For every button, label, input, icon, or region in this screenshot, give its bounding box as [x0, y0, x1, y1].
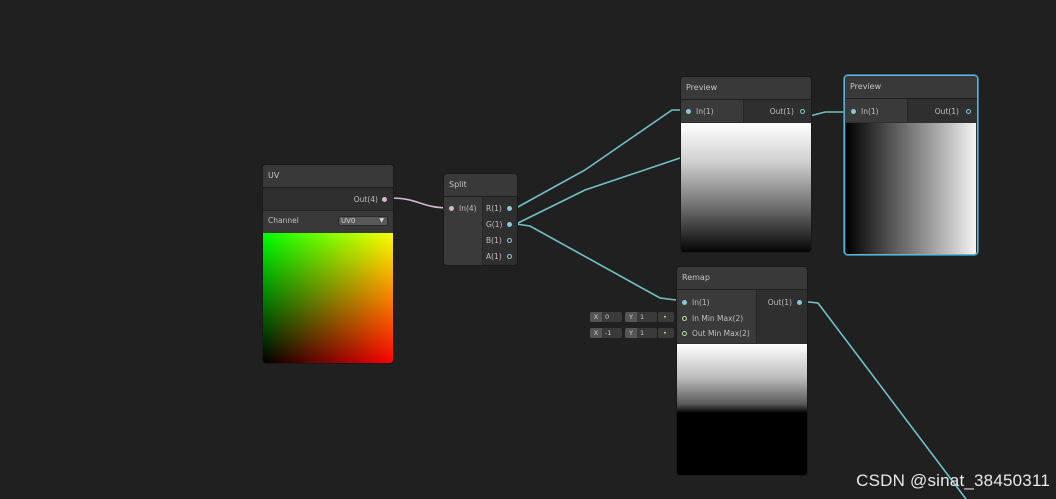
- preview2-title: Preview: [845, 76, 977, 99]
- preview2-out-port[interactable]: [966, 109, 971, 114]
- remap-in-min-field[interactable]: X0: [590, 312, 622, 322]
- preview2-in-label: In(1): [861, 107, 879, 116]
- uv-channel-dropdown[interactable]: UV0 ▼: [338, 216, 388, 226]
- preview2-out-label: Out(1): [934, 107, 959, 116]
- uv-preview-image: [263, 233, 393, 363]
- remap-in-minmax-connector: •: [658, 312, 674, 322]
- remap-in-minmax-label: In Min Max(2): [692, 314, 744, 323]
- uv-out-label: Out(4): [353, 195, 378, 204]
- remap-preview-image: [677, 344, 807, 475]
- wire-split-r-to-preview1: [515, 109, 690, 209]
- uv-out-port[interactable]: [382, 197, 387, 202]
- wire-uv-to-split: [389, 197, 451, 209]
- split-out-r-label: R(1): [486, 204, 502, 213]
- split-out-b-label: B(1): [486, 236, 502, 245]
- remap-in-label: In(1): [692, 298, 710, 307]
- uv-channel-label: Channel: [268, 216, 299, 225]
- remap-out-min-field[interactable]: X -1: [590, 328, 622, 338]
- split-node-title: Split: [444, 174, 517, 197]
- remap-node[interactable]: Remap In(1) In Min Max(2) Out Min Max(2)…: [676, 266, 808, 476]
- preview2-image: [846, 123, 976, 254]
- remap-out-max-field[interactable]: Y1: [625, 328, 657, 338]
- uv-channel-value: UV0: [341, 217, 356, 225]
- preview1-title: Preview: [681, 77, 811, 100]
- split-in-port[interactable]: [449, 206, 454, 211]
- preview-node-1[interactable]: Preview In(1) Out(1): [680, 76, 812, 253]
- preview1-out-port[interactable]: [800, 109, 805, 114]
- preview1-in-label: In(1): [696, 107, 714, 116]
- preview-node-2[interactable]: Preview In(1) Out(1): [844, 75, 978, 255]
- preview1-out-label: Out(1): [769, 107, 794, 116]
- preview1-image: [681, 123, 811, 252]
- split-in-label: In(4): [459, 204, 477, 213]
- split-out-g-label: G(1): [486, 220, 503, 229]
- split-out-a-label: A(1): [486, 252, 502, 261]
- remap-in-port[interactable]: [682, 300, 687, 305]
- split-out-b-port[interactable]: [507, 238, 512, 243]
- remap-out-port[interactable]: [797, 300, 802, 305]
- remap-out-minmax-connector: •: [658, 328, 674, 338]
- chevron-down-icon: ▼: [379, 217, 384, 224]
- remap-out-minmax-label: Out Min Max(2): [692, 329, 750, 338]
- split-out-a-port[interactable]: [507, 254, 512, 259]
- remap-in-max-field[interactable]: Y1: [625, 312, 657, 322]
- remap-in-minmax-port[interactable]: [682, 316, 687, 321]
- uv-node[interactable]: UV Out(4) Channel UV0 ▼: [262, 164, 394, 364]
- preview1-in-port[interactable]: [686, 109, 691, 114]
- remap-out-minmax-port[interactable]: [682, 331, 687, 336]
- wire-remap-out: [798, 300, 967, 499]
- wire-split-g-to-remap: [515, 223, 685, 302]
- preview2-in-port[interactable]: [851, 109, 856, 114]
- wire-split-g-to-preview1: [515, 157, 681, 225]
- split-node[interactable]: Split In(4) R(1) G(1) B(1) A(1): [443, 173, 518, 266]
- watermark: CSDN @sinat_38450311: [856, 471, 1050, 490]
- remap-out-label: Out(1): [767, 298, 792, 307]
- remap-title: Remap: [677, 267, 807, 290]
- split-out-g-port[interactable]: [507, 222, 512, 227]
- uv-node-title: UV: [263, 165, 393, 188]
- split-out-r-port[interactable]: [507, 206, 512, 211]
